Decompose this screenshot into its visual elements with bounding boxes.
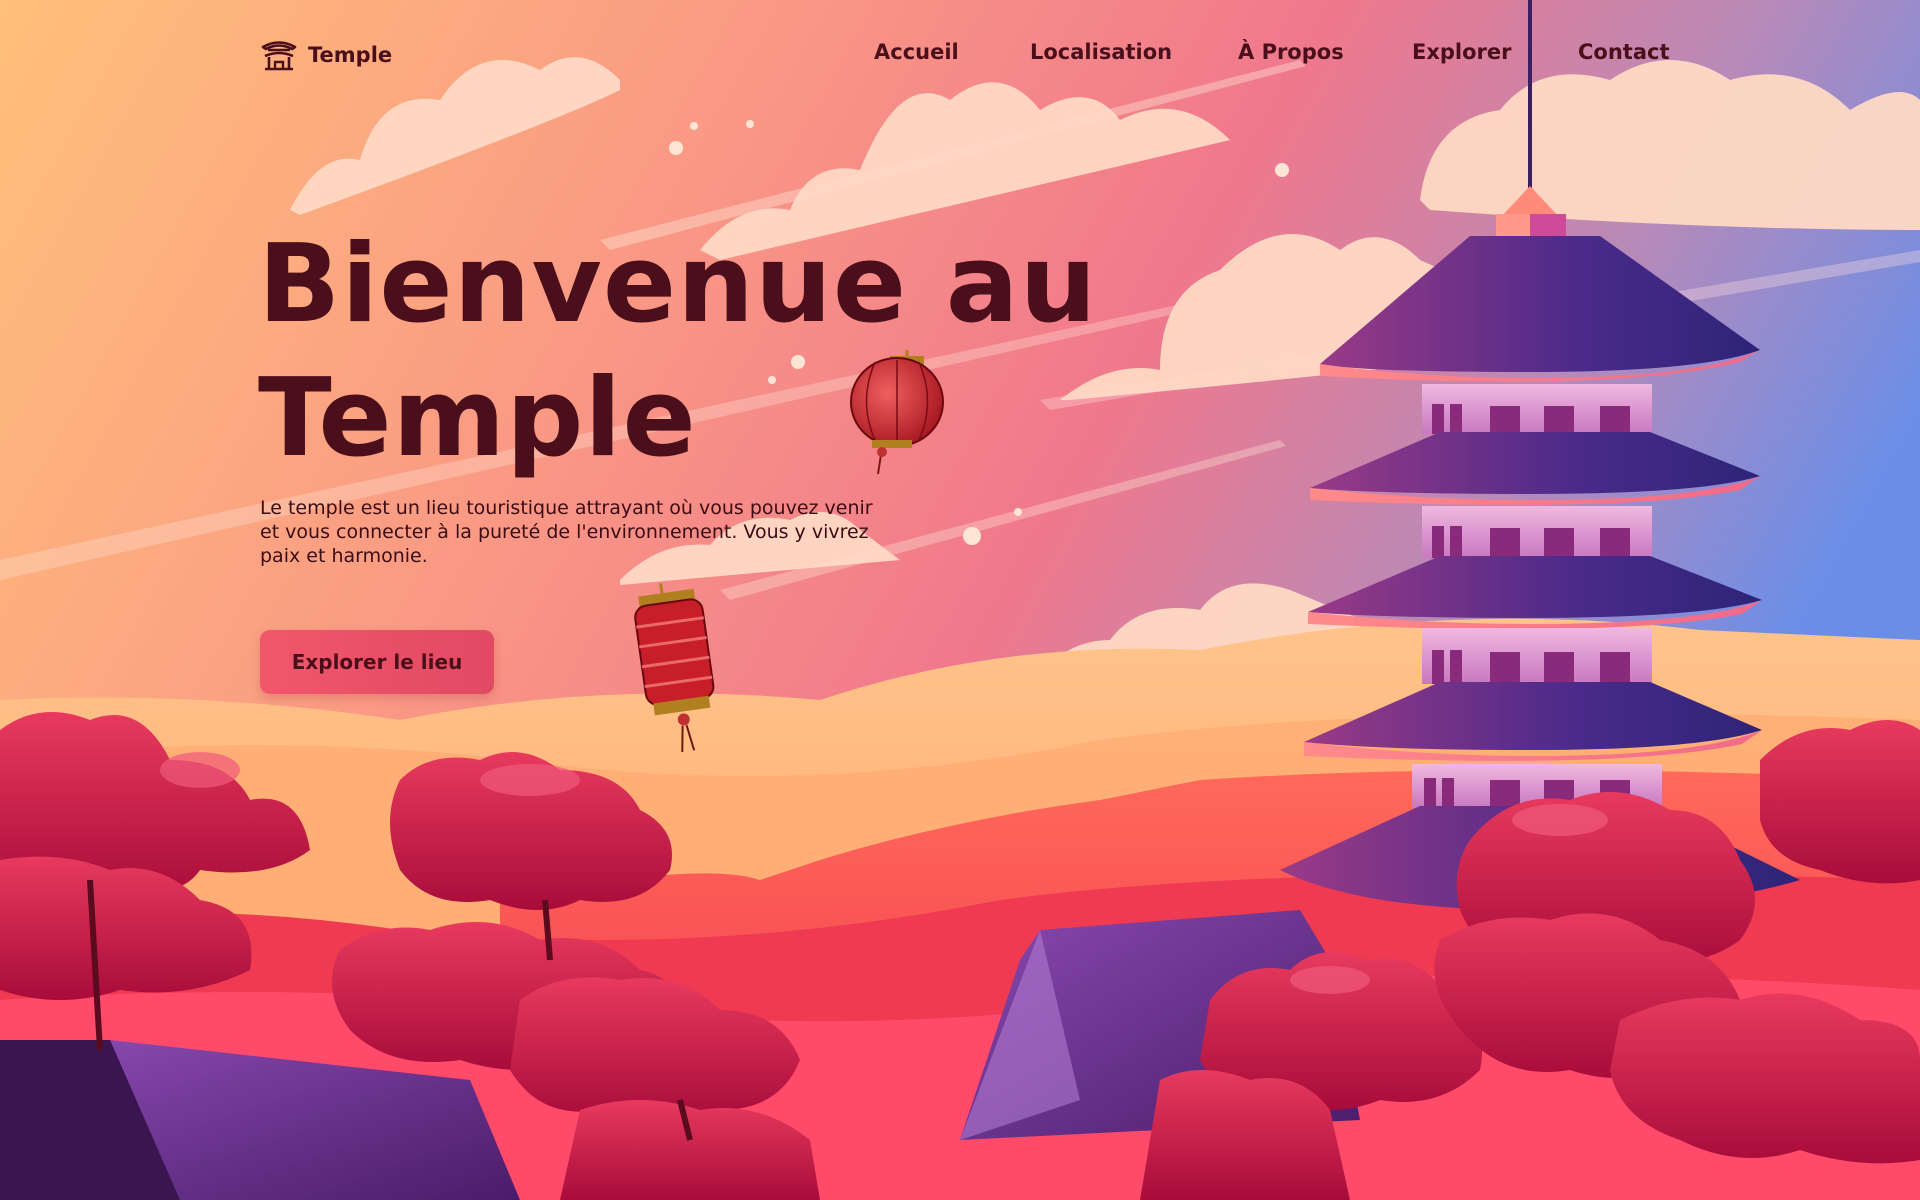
- hero-description: Le temple est un lieu touristique attray…: [260, 497, 873, 567]
- nav-link-explorer[interactable]: Explorer: [1412, 40, 1512, 64]
- brand-logo[interactable]: Temple: [260, 38, 392, 72]
- nav-link-accueil[interactable]: Accueil: [874, 40, 959, 64]
- explore-place-button[interactable]: Explorer le lieu: [260, 630, 494, 694]
- nav-link-a-propos[interactable]: À Propos: [1238, 40, 1344, 64]
- temple-icon: [261, 41, 297, 71]
- top-navigation: Temple Accueil Localisation À Propos Exp…: [0, 0, 1920, 110]
- brand-name: Temple: [308, 43, 393, 67]
- nav-link-localisation[interactable]: Localisation: [1030, 40, 1172, 64]
- hero-illustration: [0, 0, 1920, 1200]
- landing-page: Temple Accueil Localisation À Propos Exp…: [0, 0, 1920, 1200]
- hero-title: Bienvenue au Temple: [258, 222, 1098, 481]
- nav-link-contact[interactable]: Contact: [1578, 40, 1670, 64]
